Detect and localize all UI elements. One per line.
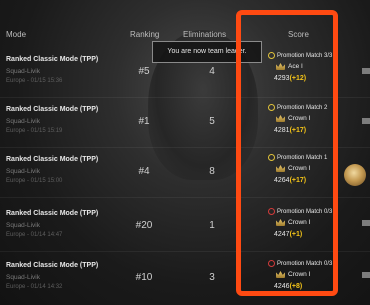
rank-value: #20 xyxy=(135,220,153,231)
rank-value: #4 xyxy=(138,166,150,177)
rank-value: #1 xyxy=(138,116,150,127)
match-title: Promotion Match 2 xyxy=(277,105,328,112)
tier-level: I xyxy=(308,219,311,227)
match-title: Promotion Match 1 xyxy=(277,155,328,162)
tier-name: Crown xyxy=(288,165,307,173)
tier-name: Crown xyxy=(288,115,307,123)
points-delta: (+8) xyxy=(289,283,303,290)
check-circle-icon xyxy=(268,154,275,161)
points-value: 4246 xyxy=(274,283,290,290)
points-value: 4247 xyxy=(274,231,290,238)
region-time-label: Europe - 01/15 15:36 xyxy=(6,78,63,84)
tier-name: Ace xyxy=(288,63,300,71)
x-circle-icon xyxy=(268,260,275,267)
header-eliminations: Eliminations xyxy=(183,30,227,39)
eliminations-value: 5 xyxy=(209,116,215,127)
squad-label: Squad-Livik xyxy=(6,68,40,75)
rank-value: #5 xyxy=(138,66,150,77)
squad-label: Squad-Livik xyxy=(6,118,40,125)
row-divider xyxy=(0,251,370,252)
region-time-label: Europe - 01/15 15:19 xyxy=(6,128,63,134)
points-delta: (+12) xyxy=(289,75,307,82)
points-delta: (+17) xyxy=(289,127,307,134)
squad-label: Squad-Livik xyxy=(6,222,40,229)
match-row[interactable]: Ranked Classic Mode (TPP) Squad-Livik Eu… xyxy=(0,98,370,148)
mode-label: Ranked Classic Mode (TPP) xyxy=(6,56,99,63)
header-score: Score xyxy=(288,30,309,39)
rank-medal-icon xyxy=(344,164,366,186)
tier-level: I xyxy=(308,115,311,123)
mode-label: Ranked Classic Mode (TPP) xyxy=(6,262,99,269)
points-value: 4293 xyxy=(274,75,290,82)
match-row[interactable]: Ranked Classic Mode (TPP) Squad-Livik Eu… xyxy=(0,148,370,198)
eliminations-value: 3 xyxy=(209,272,215,283)
row-divider xyxy=(0,197,370,198)
eliminations-value: 4 xyxy=(209,66,215,77)
mode-label: Ranked Classic Mode (TPP) xyxy=(6,156,99,163)
check-circle-icon xyxy=(268,104,275,111)
match-row[interactable]: Ranked Classic Mode (TPP) Squad-Livik Eu… xyxy=(0,254,370,304)
match-title: Promotion Match 0/3 xyxy=(277,261,333,268)
header-mode: Mode xyxy=(6,30,27,39)
tier-level: I xyxy=(301,63,303,71)
row-side-tab[interactable] xyxy=(362,220,370,226)
region-time-label: Europe - 01/14 14:47 xyxy=(6,232,63,238)
crown-tier-icon xyxy=(276,165,285,172)
match-title: Promotion Match 3/3 xyxy=(277,53,333,60)
row-side-tab[interactable] xyxy=(362,68,370,74)
check-circle-icon xyxy=(268,52,275,59)
points-value: 4281 xyxy=(274,127,290,134)
ace-tier-icon xyxy=(276,63,285,70)
header-ranking: Ranking xyxy=(130,30,160,39)
x-circle-icon xyxy=(268,208,275,215)
points-value: 4264 xyxy=(274,177,290,184)
tier-name: Crown xyxy=(288,219,307,227)
tier-level: I xyxy=(308,165,311,173)
squad-label: Squad-Livik xyxy=(6,168,40,175)
row-side-tab[interactable] xyxy=(362,272,370,278)
mode-label: Ranked Classic Mode (TPP) xyxy=(6,106,99,113)
tier-level: I xyxy=(308,271,311,279)
rank-value: #10 xyxy=(135,272,153,283)
mode-label: Ranked Classic Mode (TPP) xyxy=(6,210,99,217)
region-time-label: Europe - 01/14 14:32 xyxy=(6,284,63,290)
squad-label: Squad-Livik xyxy=(6,274,40,281)
crown-tier-icon xyxy=(276,219,285,226)
eliminations-value: 1 xyxy=(209,220,215,231)
crown-tier-icon xyxy=(276,271,285,278)
crown-tier-icon xyxy=(276,115,285,122)
match-title: Promotion Match 0/3 xyxy=(277,209,333,216)
tier-name: Crown xyxy=(288,271,307,279)
eliminations-value: 8 xyxy=(209,166,215,177)
match-row[interactable]: Ranked Classic Mode (TPP) Squad-Livik Eu… xyxy=(0,48,370,98)
region-time-label: Europe - 01/15 15:00 xyxy=(6,178,63,184)
match-row[interactable]: Ranked Classic Mode (TPP) Squad-Livik Eu… xyxy=(0,202,370,252)
points-delta: (+17) xyxy=(289,177,307,184)
row-side-tab[interactable] xyxy=(362,118,370,124)
points-delta: (+1) xyxy=(289,231,303,238)
